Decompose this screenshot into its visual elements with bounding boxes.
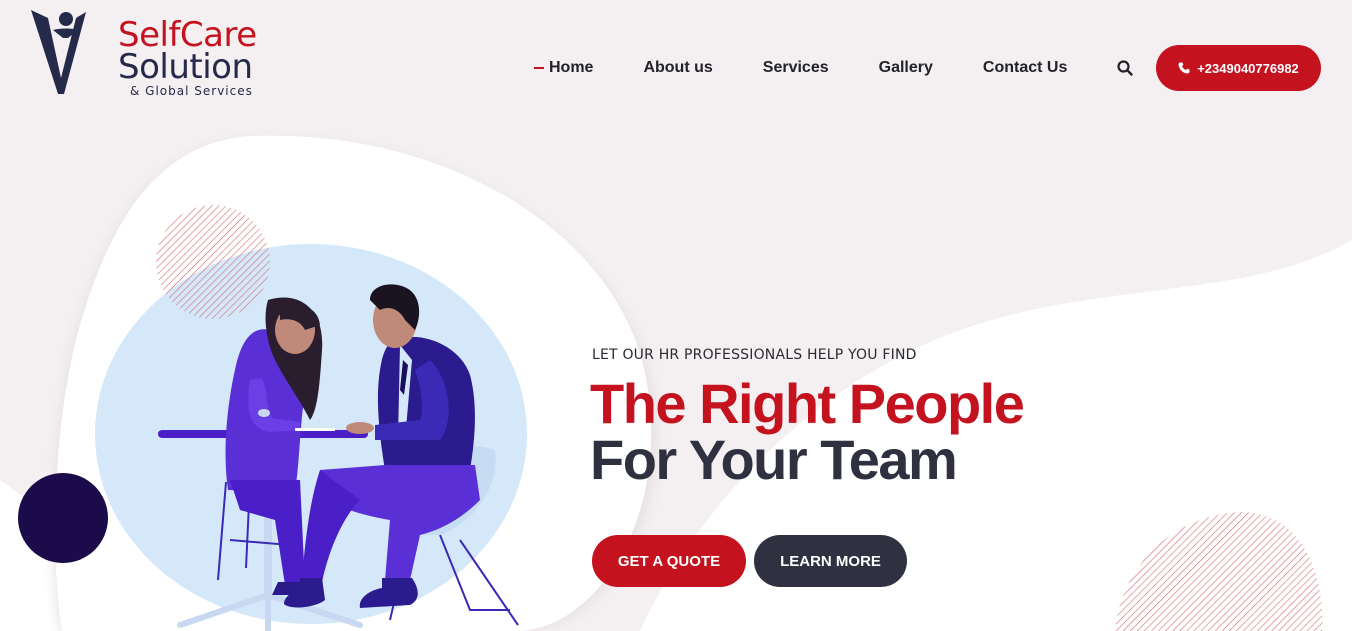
nav-item-services[interactable]: Services	[763, 59, 829, 77]
hero-headline-line-1: The Right People	[590, 372, 1025, 435]
logo-line-3: & Global Services	[130, 84, 253, 98]
phone-button[interactable]: +2349040776982	[1156, 45, 1321, 91]
nav-item-contact-us[interactable]: Contact Us	[983, 59, 1067, 77]
logo-mark-icon	[31, 10, 86, 94]
nav-item-home[interactable]: Home	[534, 59, 593, 77]
hero-subtitle: LET OUR HR PROFESSIONALS HELP YOU FIND	[592, 347, 917, 363]
search-icon[interactable]	[1116, 59, 1134, 77]
brand-logo[interactable]: SelfCare Solution & Global Services	[28, 8, 278, 98]
site-header: SelfCare Solution & Global Services Home…	[0, 0, 1352, 120]
learn-more-button[interactable]: LEARN MORE	[754, 535, 907, 587]
nav-item-gallery[interactable]: Gallery	[879, 59, 933, 77]
logo-line-2: Solution	[118, 47, 253, 87]
hero-headline-line-2: For Your Team	[590, 428, 958, 491]
phone-number: +2349040776982	[1197, 60, 1299, 76]
phone-icon	[1178, 62, 1190, 74]
get-a-quote-button[interactable]: GET A QUOTE	[592, 535, 746, 587]
main-nav: Home About us Services Gallery Contact U…	[534, 58, 1117, 78]
nav-item-about-us[interactable]: About us	[643, 59, 712, 77]
